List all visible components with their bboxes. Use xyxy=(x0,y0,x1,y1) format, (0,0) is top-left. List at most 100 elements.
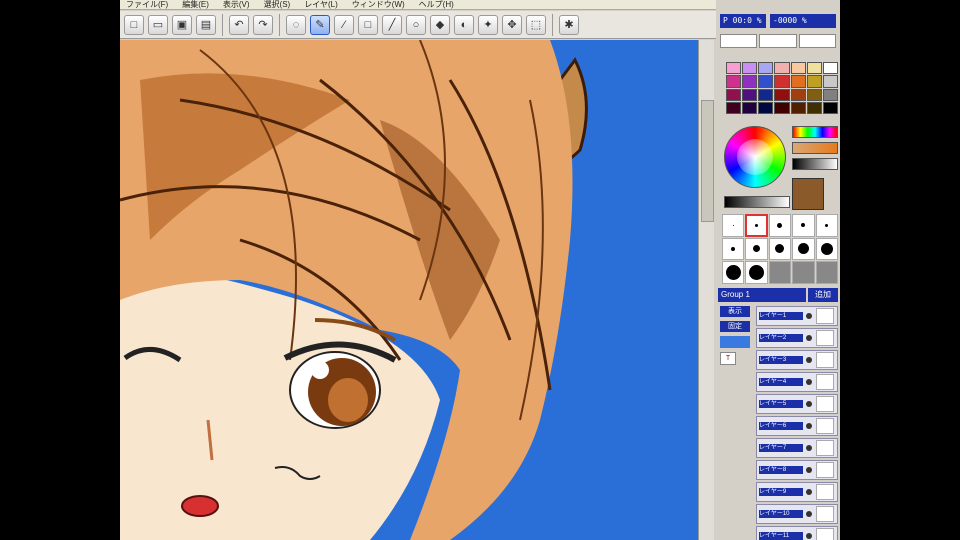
brush-size-cell[interactable] xyxy=(792,214,815,237)
brush-size-cell[interactable] xyxy=(768,261,792,284)
color-wheel[interactable] xyxy=(724,126,786,188)
layer-row[interactable]: レイヤー7 xyxy=(756,438,838,458)
menu-file[interactable]: ファイル(F) xyxy=(124,0,170,9)
color-swatch[interactable] xyxy=(790,88,806,101)
brush-size-cell[interactable] xyxy=(815,237,838,261)
palette-tab[interactable] xyxy=(759,34,797,48)
color-swatch[interactable] xyxy=(806,62,822,75)
scrollbar-thumb[interactable] xyxy=(701,100,714,222)
color-swatch[interactable] xyxy=(774,88,790,101)
color-swatch[interactable] xyxy=(806,75,822,88)
color-swatch[interactable] xyxy=(822,75,838,88)
move-button[interactable]: ✥ xyxy=(502,14,522,35)
rectangle-button[interactable]: □ xyxy=(358,14,378,35)
menu-layer[interactable]: レイヤ(L) xyxy=(302,0,340,9)
eye-icon[interactable] xyxy=(806,335,812,341)
lasso-button[interactable]: ◌ xyxy=(286,14,306,35)
save-button[interactable]: ▣ xyxy=(172,14,192,35)
layer-row[interactable]: レイヤー4 xyxy=(756,372,838,392)
line-button[interactable]: ╱ xyxy=(382,14,402,35)
layer-row[interactable]: レイヤー5 xyxy=(756,394,838,414)
color-swatch[interactable] xyxy=(726,75,742,88)
color-swatch[interactable] xyxy=(726,62,742,75)
bucket-button[interactable]: ◆ xyxy=(430,14,450,35)
menu-window[interactable]: ウィンドウ(W) xyxy=(350,0,407,9)
transform-button[interactable]: ⬚ xyxy=(526,14,546,35)
layer-row[interactable]: レイヤー10 xyxy=(756,504,838,524)
menu-help[interactable]: ヘルプ(H) xyxy=(417,0,456,9)
current-color-swatch[interactable] xyxy=(792,178,824,210)
settings-button[interactable]: ✱ xyxy=(559,14,579,35)
menu-select[interactable]: 選択(S) xyxy=(262,0,293,9)
undo-button[interactable]: ↶ xyxy=(229,14,249,35)
drawing-canvas[interactable] xyxy=(120,40,698,540)
layer-row[interactable]: レイヤー11 xyxy=(756,526,838,540)
layer-row[interactable]: レイヤー9 xyxy=(756,482,838,502)
layer-row[interactable]: レイヤー1 xyxy=(756,306,838,326)
layer-row[interactable]: レイヤー2 xyxy=(756,328,838,348)
brush-size-cell[interactable] xyxy=(792,261,815,284)
color-swatch[interactable] xyxy=(742,88,758,101)
palette-tab[interactable] xyxy=(798,34,836,48)
color-swatch[interactable] xyxy=(742,101,758,114)
color-swatch[interactable] xyxy=(822,62,838,75)
layer-row[interactable]: レイヤー6 xyxy=(756,416,838,436)
layer-lock-button[interactable]: 固定 xyxy=(720,321,750,332)
layer-opacity-bar[interactable] xyxy=(720,336,750,348)
eye-icon[interactable] xyxy=(806,489,812,495)
color-swatch[interactable] xyxy=(774,101,790,114)
menu-view[interactable]: 表示(V) xyxy=(221,0,252,9)
new-file-button[interactable]: □ xyxy=(124,14,144,35)
value-slider[interactable] xyxy=(792,158,838,170)
text-layer-icon[interactable]: T xyxy=(720,352,736,365)
color-swatch[interactable] xyxy=(790,62,806,75)
color-swatch[interactable] xyxy=(758,75,774,88)
redo-button[interactable]: ↷ xyxy=(253,14,273,35)
eyedropper-button[interactable]: ⁄ xyxy=(334,14,354,35)
eye-icon[interactable] xyxy=(806,467,812,473)
brush-size-cell[interactable] xyxy=(815,261,838,284)
color-swatch[interactable] xyxy=(774,75,790,88)
layer-group-select[interactable]: Group 1 xyxy=(718,288,806,302)
color-swatch[interactable] xyxy=(758,62,774,75)
color-swatch[interactable] xyxy=(742,62,758,75)
brush-size-cell[interactable] xyxy=(768,214,792,237)
ellipse-button[interactable]: ○ xyxy=(406,14,426,35)
add-layer-button[interactable]: 追加 xyxy=(808,288,838,302)
brush-size-cell[interactable] xyxy=(745,261,768,284)
color-swatch[interactable] xyxy=(726,101,742,114)
open-folder-button[interactable]: ▭ xyxy=(148,14,168,35)
color-swatch[interactable] xyxy=(790,101,806,114)
layer-row[interactable]: レイヤー3 xyxy=(756,350,838,370)
color-swatch[interactable] xyxy=(774,62,790,75)
gradient-button[interactable]: ◐ xyxy=(454,14,474,35)
eye-icon[interactable] xyxy=(806,423,812,429)
menu-edit[interactable]: 編集(E) xyxy=(180,0,211,9)
eye-icon[interactable] xyxy=(806,445,812,451)
eye-icon[interactable] xyxy=(806,533,812,539)
eye-icon[interactable] xyxy=(806,357,812,363)
color-swatch[interactable] xyxy=(790,75,806,88)
brush-size-cell[interactable] xyxy=(722,214,745,237)
print-button[interactable]: ▤ xyxy=(196,14,216,35)
color-swatch[interactable] xyxy=(758,88,774,101)
brush-size-cell[interactable] xyxy=(745,214,768,237)
eye-icon[interactable] xyxy=(806,511,812,517)
canvas-scrollbar[interactable] xyxy=(698,40,714,540)
eye-icon[interactable] xyxy=(806,379,812,385)
color-swatch[interactable] xyxy=(822,101,838,114)
palette-tab[interactable] xyxy=(720,34,758,48)
eye-icon[interactable] xyxy=(806,313,812,319)
color-swatch[interactable] xyxy=(758,101,774,114)
hue-slider[interactable] xyxy=(792,126,838,138)
saturation-slider[interactable] xyxy=(792,142,838,154)
pen-button[interactable]: ✎ xyxy=(310,14,330,35)
color-swatch[interactable] xyxy=(806,101,822,114)
brush-size-cell[interactable] xyxy=(768,237,792,261)
brush-size-cell[interactable] xyxy=(815,214,838,237)
color-swatch[interactable] xyxy=(806,88,822,101)
brush-size-cell[interactable] xyxy=(722,261,745,284)
magic-wand-button[interactable]: ✦ xyxy=(478,14,498,35)
brush-size-cell[interactable] xyxy=(745,237,768,261)
layer-row[interactable]: レイヤー8 xyxy=(756,460,838,480)
